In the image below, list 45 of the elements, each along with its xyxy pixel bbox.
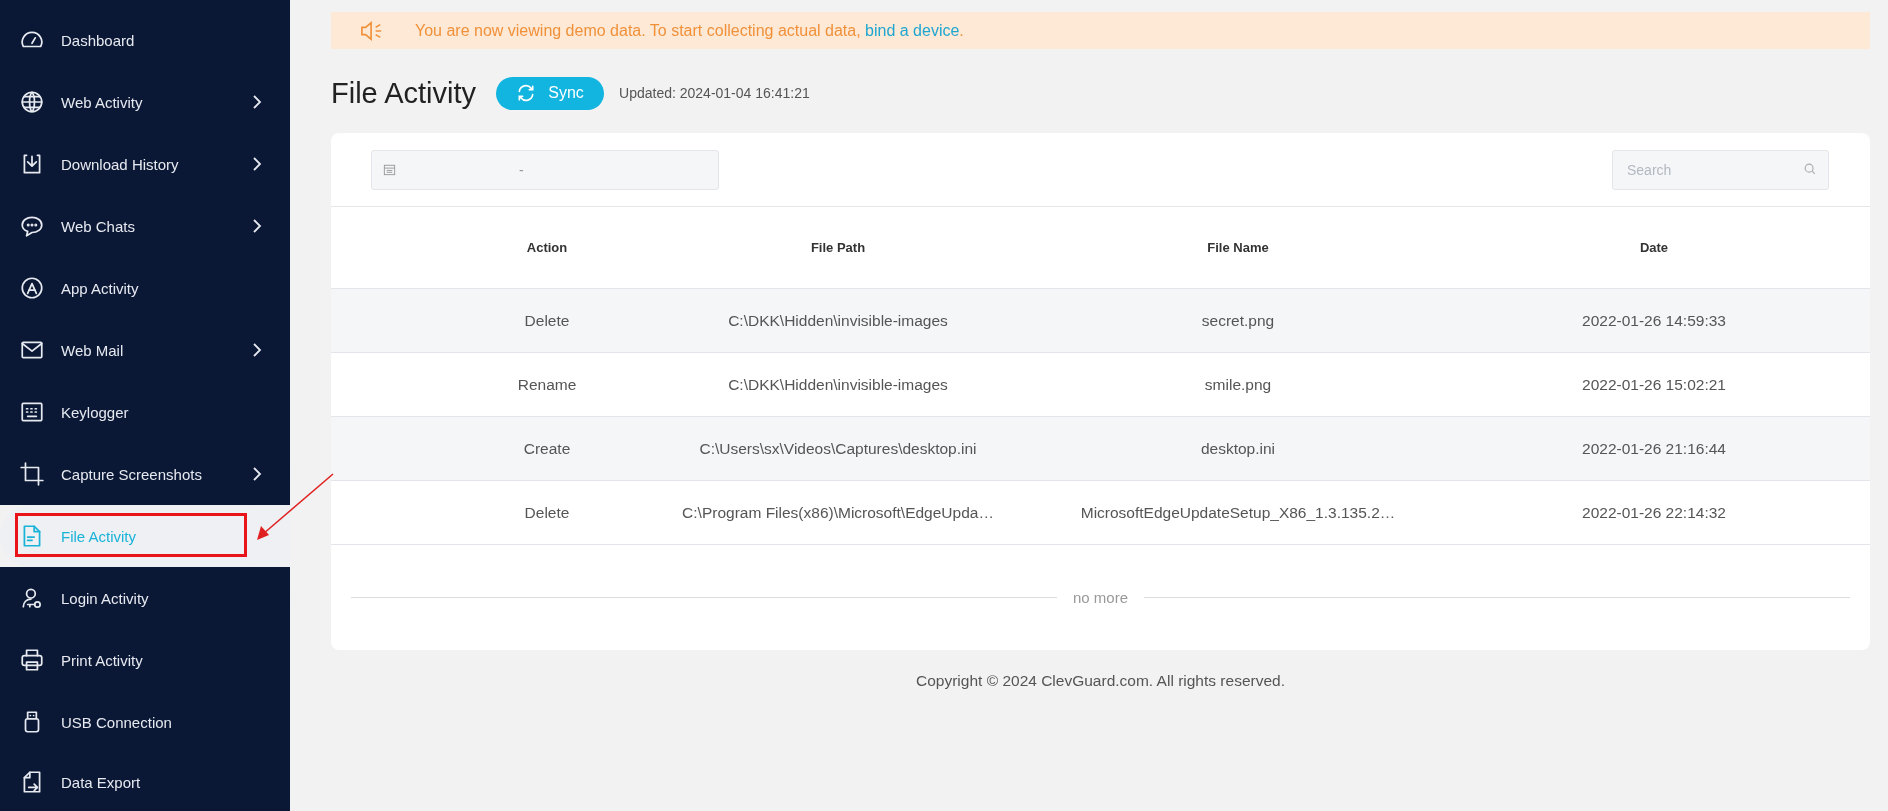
sidebar-item[interactable]: Capture Screenshots xyxy=(0,443,290,505)
table-cell-text: Create xyxy=(522,439,572,458)
table-cell-text: Rename xyxy=(516,375,578,394)
table-cell-text: C:\Users\sx\Videos\Captures\desktop.ini xyxy=(698,439,978,458)
search-icon xyxy=(1803,161,1817,176)
sidebar-item[interactable]: Data Export xyxy=(0,753,290,811)
sync-icon xyxy=(516,83,537,103)
sidebar-item[interactable]: App Activity xyxy=(0,257,290,319)
column-header: File Path xyxy=(809,240,867,255)
sidebar-item[interactable]: Keylogger xyxy=(0,381,290,443)
notice-text: You are now viewing demo data. To start collecting actual data, bind a device. xyxy=(415,21,964,40)
table-cell-text: Delete xyxy=(523,311,571,330)
table-cell-text: C:\DKK\Hidden\invisible-images xyxy=(727,375,949,394)
sidebar-item[interactable]: Web Chats xyxy=(0,195,290,257)
table-cell-text: secret.png xyxy=(1200,311,1276,330)
table-cell-text: MicrosoftEdgeUpdateSetup_X86_1.3.135.2… xyxy=(1079,503,1397,522)
printer-icon xyxy=(19,647,45,673)
table-cell-text: desktop.ini xyxy=(1199,439,1277,458)
copyright-text: Copyright © 2024 ClevGuard.com. All rights reserved. xyxy=(915,672,1286,690)
sidebar-item[interactable]: Download History xyxy=(0,133,290,195)
table-cell-text: 2022-01-26 22:14:32 xyxy=(1581,503,1727,522)
table-cell-text: C:\Program Files(x86)\Microsoft\EdgeUpda… xyxy=(681,503,995,522)
column-header: Date xyxy=(1638,240,1670,255)
table-cell-text: C:\DKK\Hidden\invisible-images xyxy=(727,311,949,330)
page-title: File Activity xyxy=(331,76,477,110)
globe-icon xyxy=(19,89,45,115)
column-header: Action xyxy=(525,240,569,255)
sidebar-item[interactable]: USB Connection xyxy=(0,691,290,753)
sidebar-item[interactable]: Print Activity xyxy=(0,629,290,691)
sidebar-item[interactable]: Web Activity xyxy=(0,71,290,133)
search-field[interactable]: Search xyxy=(1612,149,1829,190)
table-cell-text: 2022-01-26 15:02:21 xyxy=(1581,375,1727,394)
table-cell-text: 2022-01-26 14:59:33 xyxy=(1581,311,1727,330)
sidebar-item[interactable]: Dashboard xyxy=(0,9,290,71)
table-cell-text: Delete xyxy=(523,503,571,522)
column-header: File Name xyxy=(1206,240,1270,255)
sidebar-item[interactable]: Web Mail xyxy=(0,319,290,381)
sidebar-item[interactable]: Login Activity xyxy=(0,567,290,629)
crop-icon xyxy=(19,461,45,487)
keyboard-icon xyxy=(19,399,45,425)
calendar-icon xyxy=(382,162,397,177)
updated-timestamp: Updated: 2024-01-04 16:41:21 xyxy=(619,85,810,101)
table-cell-text: 2022-01-26 21:16:44 xyxy=(1581,439,1727,458)
table-cell-text: smile.png xyxy=(1203,375,1273,394)
app-store-icon xyxy=(19,275,45,301)
